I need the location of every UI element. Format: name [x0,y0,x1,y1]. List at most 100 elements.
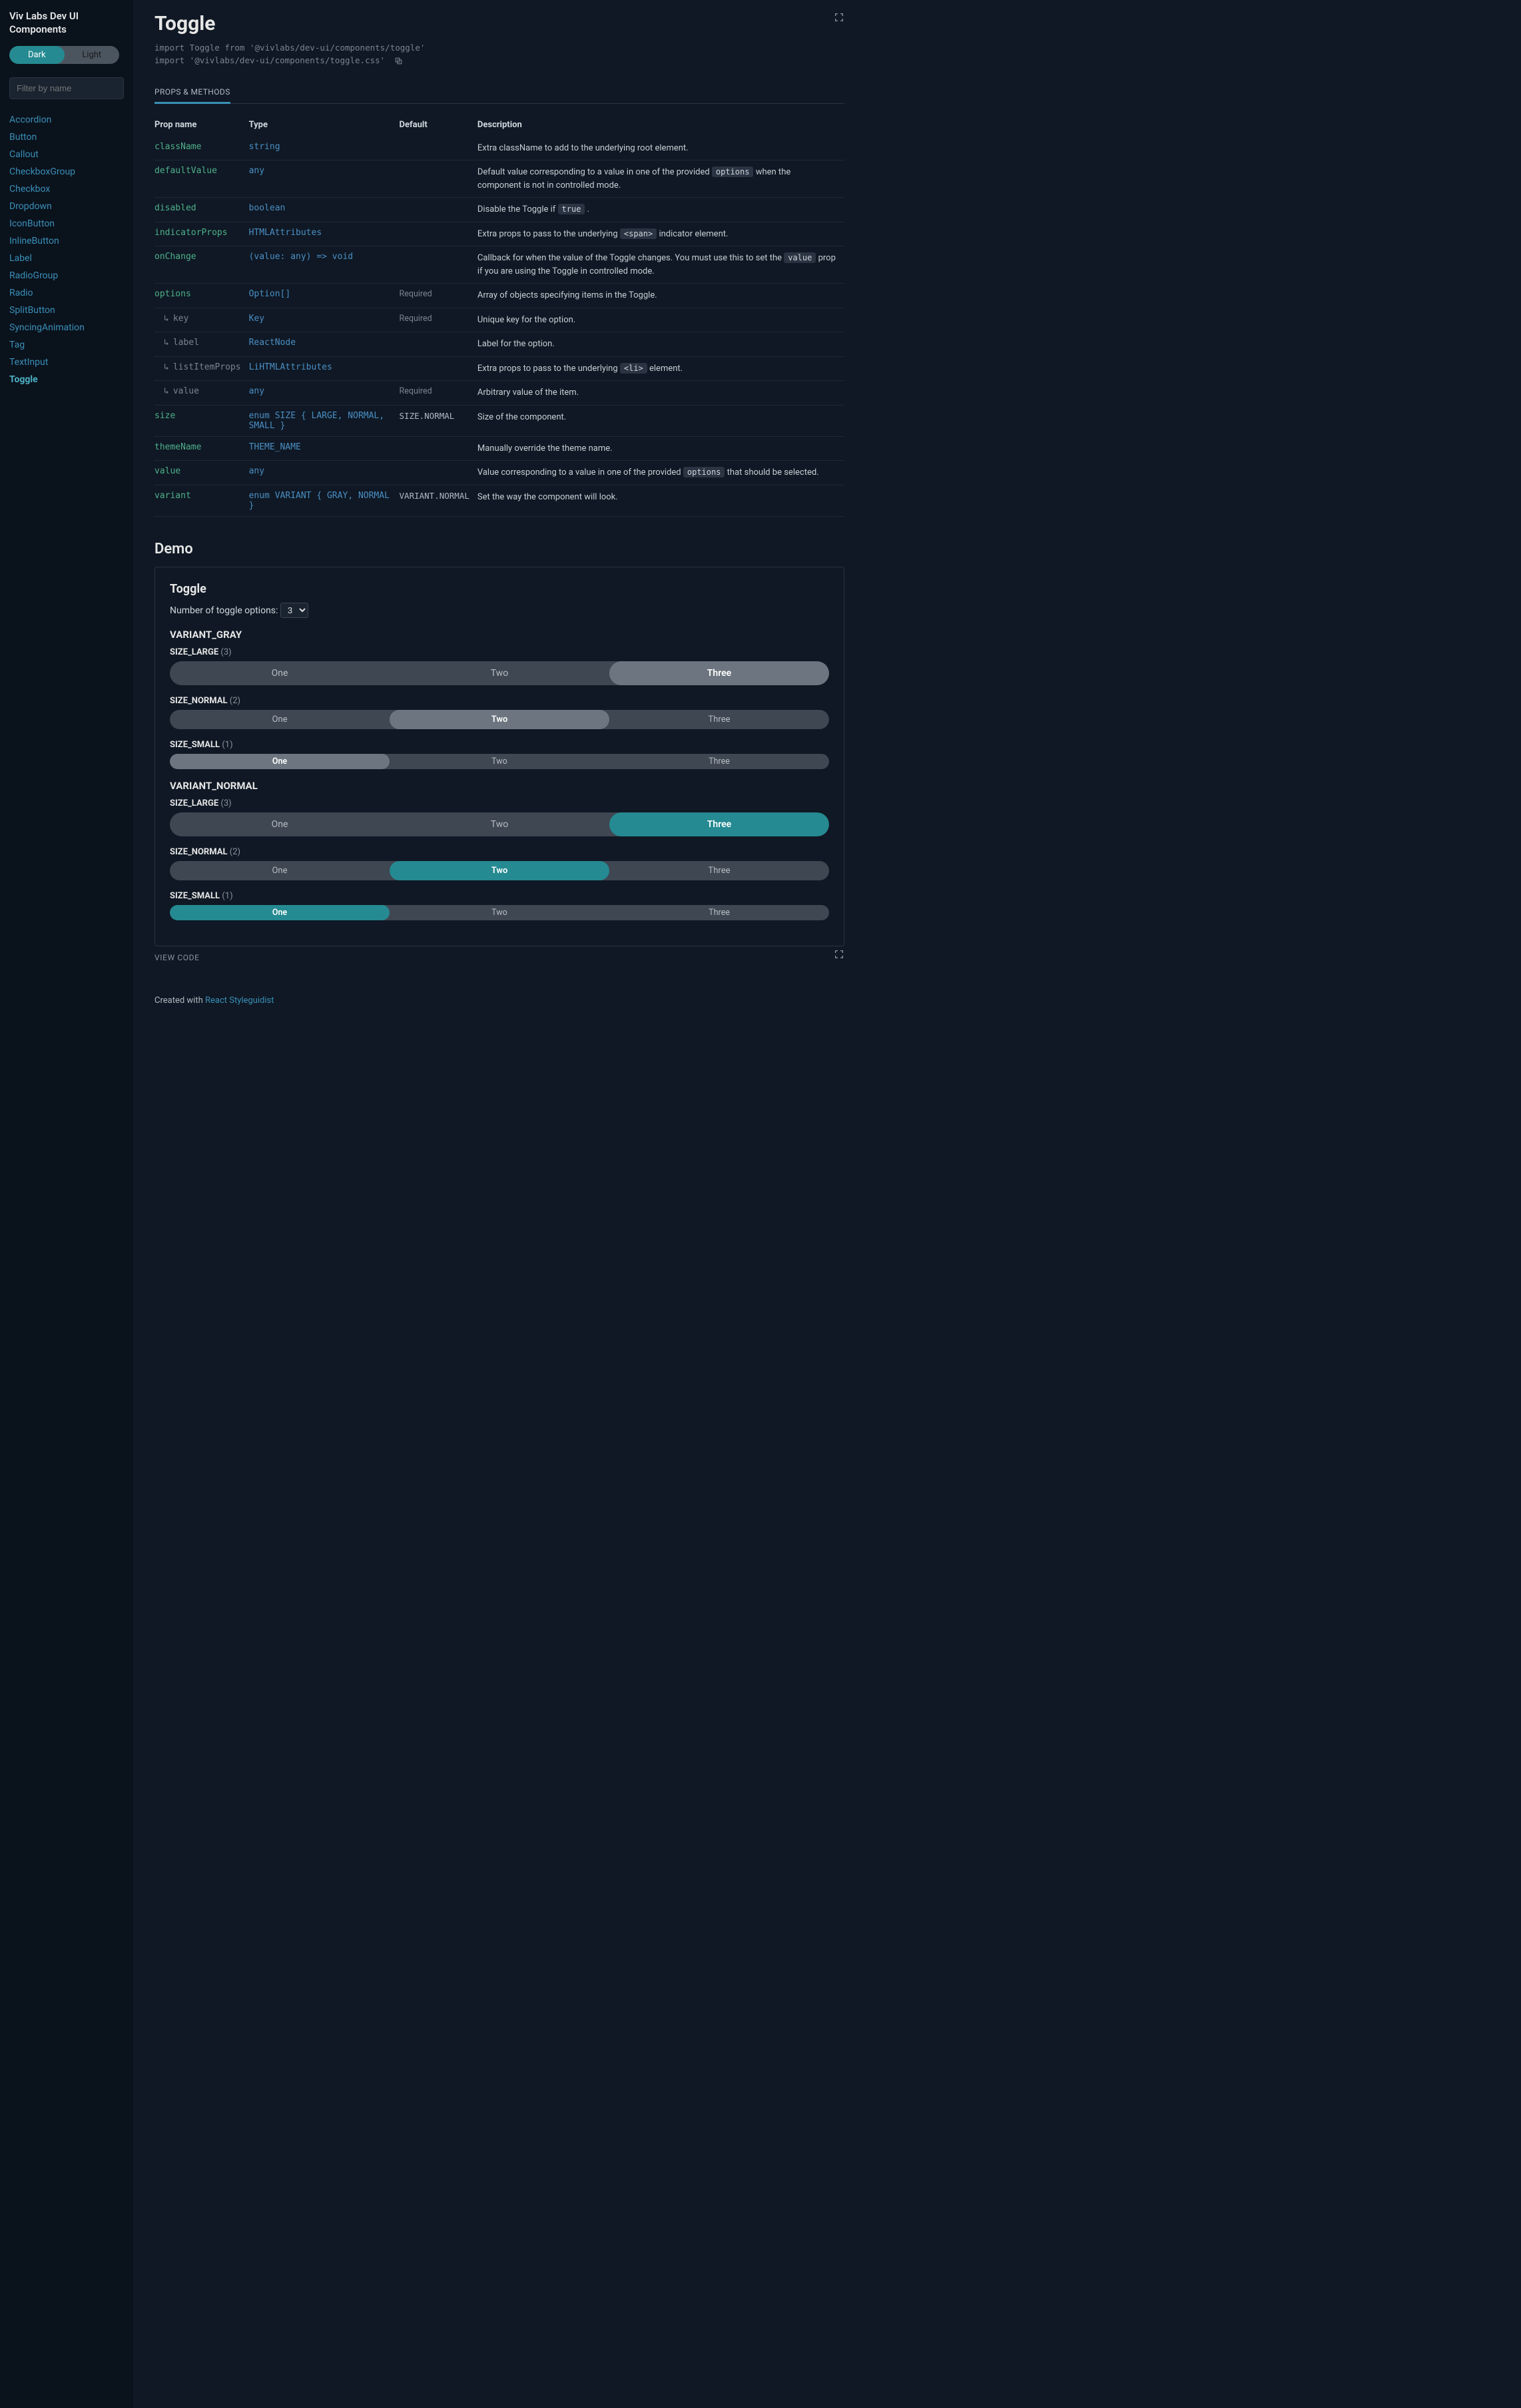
toggle-segment[interactable]: Three [609,710,829,729]
prop-default-cell [400,461,477,485]
copy-icon[interactable] [394,55,403,67]
tab-props-methods[interactable]: PROPS & METHODS [154,82,230,104]
table-row: disabledbooleanDisable the Toggle if tru… [154,198,844,222]
sidebar-item-iconbutton[interactable]: IconButton [9,215,124,232]
toggle-widget[interactable]: OneTwoThree [170,812,829,836]
toggle-segment[interactable]: One [170,710,390,729]
prop-type-cell: enum SIZE { LARGE, NORMAL, SMALL } [249,405,400,436]
sidebar-item-label[interactable]: Label [9,250,124,267]
theme-toggle[interactable]: Dark Light [9,46,119,64]
sidebar-item-textinput[interactable]: TextInput [9,354,124,371]
view-code-button[interactable]: VIEW CODE [154,953,200,962]
prop-name-cell: themeName [154,436,249,461]
import-line-1: import Toggle from '@vivlabs/dev-ui/comp… [154,42,425,55]
sidebar-item-toggle[interactable]: Toggle [9,371,124,388]
toggle-segment[interactable]: Two [390,861,609,880]
toggle-segment[interactable]: Three [609,754,829,769]
prop-desc-cell: Disable the Toggle if true . [477,198,844,222]
prop-name-cell: value [154,461,249,485]
demo-heading: Demo [154,541,844,557]
toggle-segment[interactable]: One [170,905,390,920]
prop-name-cell: ↳listItemProps [154,356,249,381]
sidebar-item-radiogroup[interactable]: RadioGroup [9,267,124,284]
toggle-segment[interactable]: Three [609,812,829,836]
main: Toggle import Toggle from '@vivlabs/dev-… [133,0,866,2408]
prop-default-cell [400,332,477,357]
footer-credit: Created with React Styleguidist [154,996,844,1006]
toggle-widget[interactable]: OneTwoThree [170,710,829,729]
prop-default-cell [400,222,477,246]
sidebar-item-inlinebutton[interactable]: InlineButton [9,232,124,250]
prop-desc-cell: Value corresponding to a value in one of… [477,461,844,485]
prop-type-cell: enum VARIANT { GRAY, NORMAL } [249,485,400,516]
toggle-segment[interactable]: One [170,754,390,769]
sidebar-item-accordion[interactable]: Accordion [9,111,124,129]
prop-name-cell: size [154,405,249,436]
toggle-segment[interactable]: Three [609,861,829,880]
filter-input[interactable] [9,77,124,99]
sidebar-item-radio[interactable]: Radio [9,284,124,302]
sidebar-item-button[interactable]: Button [9,129,124,146]
table-row: variantenum VARIANT { GRAY, NORMAL }VARI… [154,485,844,516]
sidebar-item-callout[interactable]: Callout [9,146,124,163]
prop-type-cell: any [249,160,400,198]
prop-name-cell: variant [154,485,249,516]
table-row: ↳valueanyRequiredArbitrary value of the … [154,381,844,406]
size-label: SIZE_LARGE (3) [170,798,829,808]
table-row: ↳keyKeyRequiredUnique key for the option… [154,308,844,332]
toggle-segment[interactable]: One [170,861,390,880]
fullscreen-icon[interactable] [834,12,844,23]
table-row: ↳listItemPropsLiHTMLAttributesExtra prop… [154,356,844,381]
prop-desc-cell: Unique key for the option. [477,308,844,332]
demo-title: Toggle [170,582,829,596]
sidebar-item-checkbox[interactable]: Checkbox [9,180,124,198]
variant-heading: VARIANT_GRAY [170,629,829,641]
table-row: defaultValueanyDefault value correspondi… [154,160,844,198]
toggle-segment[interactable]: Two [390,754,609,769]
table-row: ↳labelReactNodeLabel for the option. [154,332,844,357]
toggle-segment[interactable]: Two [390,661,609,685]
toggle-widget[interactable]: OneTwoThree [170,754,829,769]
prop-type-cell: string [249,137,400,160]
nav-list: AccordionButtonCalloutCheckboxGroupCheck… [9,111,124,388]
fullscreen-icon-demo[interactable] [834,948,844,959]
toggle-segment[interactable]: One [170,661,390,685]
toggle-segment[interactable]: Three [609,905,829,920]
toggle-segment[interactable]: Two [390,710,609,729]
sidebar-item-syncinganimation[interactable]: SyncingAnimation [9,319,124,336]
sidebar-item-splitbutton[interactable]: SplitButton [9,302,124,319]
toggle-segment[interactable]: One [170,812,390,836]
page-title: Toggle [154,12,425,35]
size-row: SIZE_SMALL (1) OneTwoThree [170,891,829,920]
size-row: SIZE_LARGE (3) OneTwoThree [170,798,829,836]
toggle-widget[interactable]: OneTwoThree [170,905,829,920]
styleguidist-link[interactable]: React Styleguidist [205,996,274,1006]
prop-type-cell: Key [249,308,400,332]
theme-light[interactable]: Light [65,46,120,64]
prop-name-cell: ↳label [154,332,249,357]
num-options-select[interactable]: 3 [280,603,308,618]
sidebar-item-checkboxgroup[interactable]: CheckboxGroup [9,163,124,180]
toggle-widget[interactable]: OneTwoThree [170,661,829,685]
toggle-widget[interactable]: OneTwoThree [170,861,829,880]
prop-default-cell [400,198,477,222]
prop-desc-cell: Extra props to pass to the underlying <s… [477,222,844,246]
toggle-segment[interactable]: Two [390,812,609,836]
prop-default-cell [400,356,477,381]
prop-name-cell: disabled [154,198,249,222]
size-row: SIZE_LARGE (3)OneTwoThree [170,647,829,685]
prop-desc-cell: Array of objects specifying items in the… [477,284,844,308]
sidebar-item-tag[interactable]: Tag [9,336,124,354]
sidebar-item-dropdown[interactable]: Dropdown [9,198,124,215]
prop-type-cell: HTMLAttributes [249,222,400,246]
prop-desc-cell: Extra props to pass to the underlying <l… [477,356,844,381]
prop-default-cell: SIZE.NORMAL [400,405,477,436]
prop-name-cell: indicatorProps [154,222,249,246]
prop-name-cell: className [154,137,249,160]
table-row: onChange(value: any) => voidCallback for… [154,246,844,284]
sidebar-title: Viv Labs Dev UI Components [9,9,124,37]
toggle-segment[interactable]: Two [390,905,609,920]
size-label: SIZE_SMALL (1) [170,891,829,901]
theme-dark[interactable]: Dark [9,46,65,64]
toggle-segment[interactable]: Three [609,661,829,685]
